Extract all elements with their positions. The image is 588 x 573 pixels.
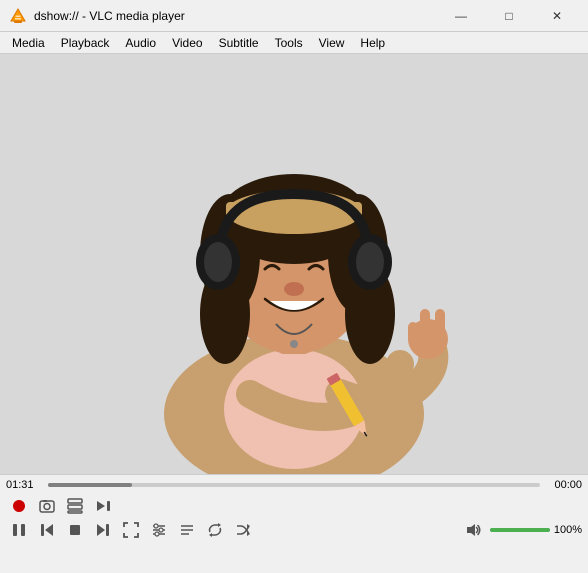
menu-media[interactable]: Media: [4, 32, 53, 54]
volume-bar-fill: [490, 528, 550, 532]
controls-row-1: [6, 495, 582, 517]
volume-percentage: 100%: [554, 524, 582, 536]
close-button[interactable]: ✕: [534, 0, 580, 32]
extended-settings-button[interactable]: [146, 519, 172, 541]
time-remaining: 00:00: [546, 479, 582, 491]
record-button[interactable]: [6, 495, 32, 517]
video-area: [0, 54, 588, 474]
loop-button[interactable]: [202, 519, 228, 541]
video-content: [0, 54, 588, 474]
volume-area: 100%: [460, 519, 582, 541]
maximize-button[interactable]: □: [486, 0, 532, 32]
playlist-button[interactable]: [174, 519, 200, 541]
progress-row: 01:31 00:00: [6, 479, 582, 491]
time-elapsed: 01:31: [6, 479, 42, 491]
menu-help[interactable]: Help: [352, 32, 393, 54]
menu-playback[interactable]: Playback: [53, 32, 118, 54]
controls-row-2: 100%: [6, 519, 582, 541]
menu-audio[interactable]: Audio: [117, 32, 164, 54]
menu-subtitle[interactable]: Subtitle: [211, 32, 267, 54]
progress-bar[interactable]: [48, 483, 540, 487]
previous-button[interactable]: [34, 519, 60, 541]
volume-bar[interactable]: [490, 528, 550, 532]
menu-tools[interactable]: Tools: [267, 32, 311, 54]
snapshot-button[interactable]: [34, 495, 60, 517]
fullscreen-button[interactable]: [118, 519, 144, 541]
minimize-button[interactable]: —: [438, 0, 484, 32]
menu-video[interactable]: Video: [164, 32, 210, 54]
play-pause-button[interactable]: [6, 519, 32, 541]
title-bar: dshow:// - VLC media player — □ ✕: [0, 0, 588, 32]
progress-bar-fill: [48, 483, 132, 487]
controls-area: 01:31 00:00: [0, 474, 588, 547]
menu-bar: Media Playback Audio Video Subtitle Tool…: [0, 32, 588, 54]
menu-view[interactable]: View: [311, 32, 353, 54]
app-icon: [8, 6, 28, 26]
show-extended-button[interactable]: [62, 495, 88, 517]
next-button[interactable]: [90, 519, 116, 541]
stop-button[interactable]: [62, 519, 88, 541]
frame-by-frame-button[interactable]: [90, 495, 116, 517]
window-title: dshow:// - VLC media player: [34, 9, 438, 23]
random-button[interactable]: [230, 519, 256, 541]
window-controls: — □ ✕: [438, 0, 580, 32]
volume-button[interactable]: [460, 519, 486, 541]
